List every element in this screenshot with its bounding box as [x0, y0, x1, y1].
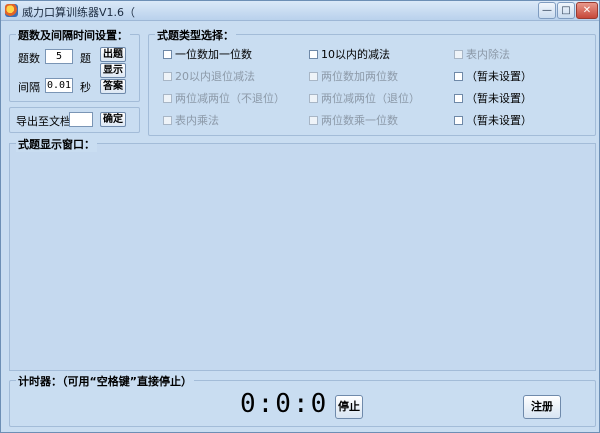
type-checkbox[interactable]: 两位数加两位数 [309, 68, 398, 84]
interval-label: 间隔 [18, 81, 40, 94]
stop-button[interactable]: 停止 [335, 395, 363, 419]
checkbox-box[interactable] [454, 71, 463, 81]
window-title: 威力口算训练器V1.6（ [22, 6, 136, 19]
type-checkbox[interactable]: 表内乘法 [163, 112, 219, 128]
checkbox-box[interactable] [309, 49, 318, 59]
export-confirm-button[interactable]: 确定 [100, 112, 126, 127]
count-input[interactable]: 5 [45, 49, 73, 64]
app-logo-icon [5, 4, 18, 17]
type-checkbox[interactable]: （暂未设置） [454, 90, 532, 106]
app-window: 威力口算训练器V1.6（ — □ ✕ 题数及间隔时间设置： 题数 5 题 出题 … [0, 0, 600, 433]
type-checkbox[interactable]: 10以内的减法 [309, 46, 390, 62]
type-label: （暂未设置） [466, 114, 532, 127]
display-title: 式题显示窗口： [16, 136, 97, 152]
checkbox-box[interactable] [454, 49, 463, 59]
interval-unit: 秒 [80, 81, 91, 94]
type-checkbox[interactable]: 两位减两位（退位） [309, 90, 420, 106]
settings-group-title: 题数及间隔时间设置： [16, 27, 130, 43]
checkbox-box[interactable] [454, 115, 463, 125]
type-checkbox[interactable]: 两位减两位（不退位） [163, 90, 285, 106]
checkbox-box[interactable] [163, 49, 172, 59]
question-types-group: 式题类型选择： 一位数加一位数 10以内的减法 表内除法 20以内退位减法 两位… [148, 27, 596, 136]
export-label: 导出至文档 [16, 115, 71, 128]
checkbox-box[interactable] [309, 93, 318, 103]
type-label: 一位数加一位数 [175, 48, 252, 61]
type-label: 两位减两位（不退位） [175, 92, 285, 105]
count-label: 题数 [18, 52, 40, 65]
export-input[interactable] [69, 112, 93, 127]
checkbox-box[interactable] [454, 93, 463, 103]
type-checkbox[interactable]: 一位数加一位数 [163, 46, 252, 62]
minimize-button[interactable]: — [538, 2, 556, 19]
register-button[interactable]: 注册 [523, 395, 561, 419]
checkbox-box[interactable] [309, 115, 318, 125]
type-checkbox[interactable]: 两位数乘一位数 [309, 112, 398, 128]
show-button[interactable]: 显示 [100, 63, 126, 78]
type-checkbox[interactable]: 20以内退位减法 [163, 68, 255, 84]
type-label: 两位数加两位数 [321, 70, 398, 83]
maximize-button[interactable]: □ [557, 2, 575, 19]
type-label: 两位数乘一位数 [321, 114, 398, 127]
type-label: （暂未设置） [466, 92, 532, 105]
close-button[interactable]: ✕ [576, 2, 598, 19]
interval-input[interactable]: 0.01 [45, 78, 73, 93]
generate-button[interactable]: 出题 [100, 47, 126, 62]
timer-display: 0:0:0 [240, 389, 329, 419]
settings-group: 题数及间隔时间设置： 题数 5 题 出题 显示 间隔 0.01 秒 答案 [9, 27, 140, 102]
type-checkbox[interactable]: （暂未设置） [454, 68, 532, 84]
answer-button[interactable]: 答案 [100, 79, 126, 94]
title-bar[interactable]: 威力口算训练器V1.6（ — □ ✕ [1, 1, 599, 21]
type-label: 表内乘法 [175, 114, 219, 127]
timer-title: 计时器：（可用“空格键”直接停止） [16, 373, 194, 389]
type-label: 表内除法 [466, 48, 510, 61]
count-unit: 题 [80, 52, 91, 65]
checkbox-box[interactable] [163, 93, 172, 103]
type-label: 10以内的减法 [321, 48, 390, 61]
checkbox-box[interactable] [163, 115, 172, 125]
type-label: （暂未设置） [466, 70, 532, 83]
type-checkbox[interactable]: 表内除法 [454, 46, 510, 62]
question-display-area[interactable]: 式题显示窗口： [9, 136, 596, 371]
checkbox-box[interactable] [163, 71, 172, 81]
question-types-title: 式题类型选择： [155, 27, 236, 43]
checkbox-box[interactable] [309, 71, 318, 81]
type-checkbox[interactable]: （暂未设置） [454, 112, 532, 128]
type-label: 20以内退位减法 [175, 70, 255, 83]
export-group: 导出至文档 确定 [9, 107, 140, 133]
type-label: 两位减两位（退位） [321, 92, 420, 105]
